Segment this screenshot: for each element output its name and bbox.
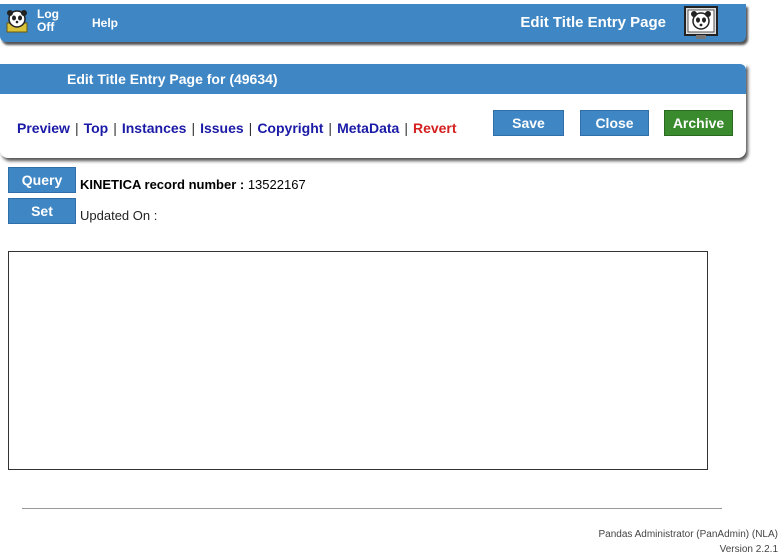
archive-button[interactable]: Archive	[664, 110, 733, 136]
copyright-link[interactable]: Copyright	[257, 120, 323, 136]
footer-admin: Pandas Administrator (PanAdmin) (NLA)	[598, 529, 778, 540]
divider	[22, 508, 722, 509]
save-button[interactable]: Save	[493, 110, 564, 136]
footer-version: Version 2.2.1	[719, 544, 778, 555]
footer: Pandas Administrator (PanAdmin) (NLA) Ve…	[598, 527, 778, 557]
title-panel: Edit Title Entry Page for (49634) Previe…	[0, 64, 746, 158]
top-banner: Log Off Help Edit Title Entry Page	[0, 4, 746, 42]
panda-monitor-icon	[684, 6, 718, 39]
help-link[interactable]: Help	[92, 16, 118, 30]
kinetica-value: 13522167	[247, 177, 306, 192]
instances-link[interactable]: Instances	[122, 120, 187, 136]
page-title: Edit Title Entry Page	[520, 14, 666, 31]
top-link[interactable]: Top	[84, 120, 109, 136]
close-button[interactable]: Close	[580, 110, 649, 136]
content-frame	[8, 251, 708, 470]
query-button[interactable]: Query	[8, 167, 76, 193]
revert-link[interactable]: Revert	[413, 120, 457, 136]
panda-face-icon[interactable]	[6, 9, 28, 33]
kinetica-record: KINETICA record number : 13522167	[80, 177, 306, 192]
set-button[interactable]: Set	[8, 198, 76, 224]
logoff-link[interactable]: Log Off	[37, 8, 67, 34]
nav-links: Preview | Top | Instances | Issues | Copyright | M…	[17, 120, 457, 136]
issues-link[interactable]: Issues	[200, 120, 244, 136]
preview-link[interactable]: Preview	[17, 120, 70, 136]
panel-title: Edit Title Entry Page for (49634)	[67, 71, 278, 87]
kinetica-label: KINETICA record number :	[80, 177, 245, 192]
metadata-link[interactable]: MetaData	[337, 120, 399, 136]
updated-on: Updated On :	[80, 208, 158, 223]
title-strip: Edit Title Entry Page for (49634)	[0, 64, 746, 94]
